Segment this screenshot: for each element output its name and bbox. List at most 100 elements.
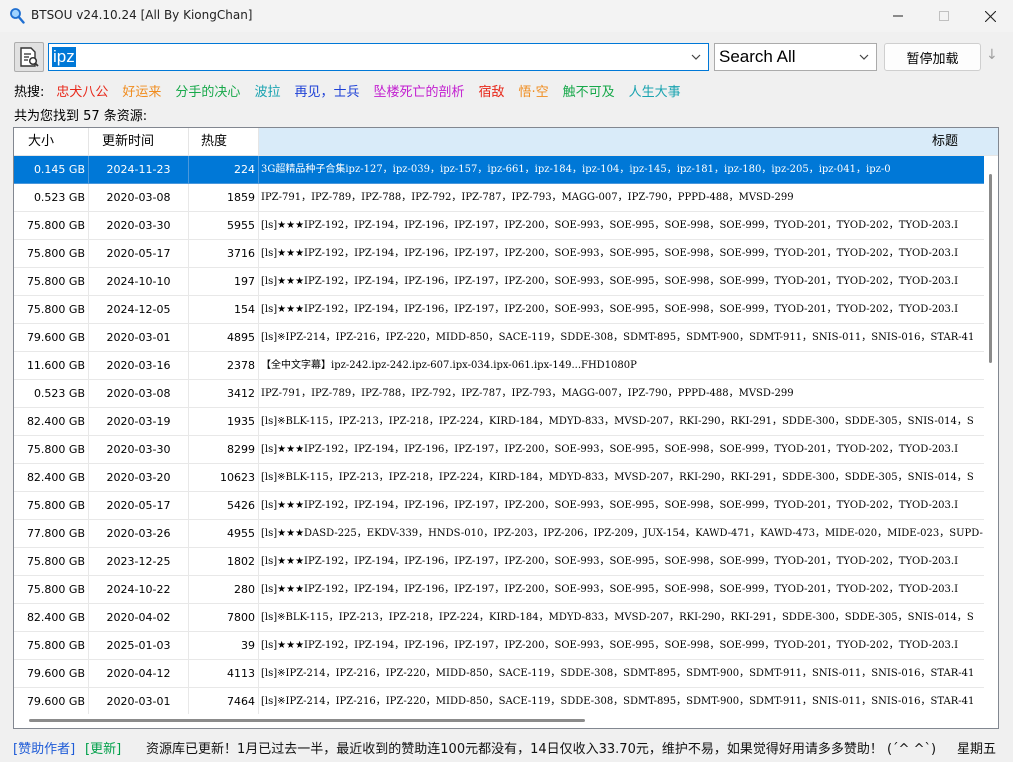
table-row[interactable]: 82.400 GB 2020-04-02 7800 [ls]※BLK-115，IPZ-… (14, 604, 984, 632)
update-link[interactable]: [更新] (85, 738, 121, 757)
cell-title: [ls]★★★IPZ-192，IPZ-194，IPZ-196，IPZ-197，I… (259, 576, 984, 604)
minimize-button[interactable] (875, 0, 921, 32)
cell-size: 82.400 GB (14, 604, 89, 632)
maximize-button[interactable] (921, 0, 967, 32)
cell-title: [ls]★★★IPZ-192，IPZ-194，IPZ-196，IPZ-197，I… (259, 548, 984, 576)
table-row[interactable]: 11.600 GB 2020-03-16 2378 【全中文字幕】ipz-242.ip… (14, 352, 984, 380)
cell-size: 77.800 GB (14, 520, 89, 548)
maximize-icon (939, 11, 949, 21)
table-row[interactable]: 0.523 GB 2020-03-08 1859 IPZ-791，IPZ-789，IP… (14, 184, 984, 212)
search-input[interactable]: ipz (48, 43, 709, 71)
column-header-date[interactable]: 更新时间 (89, 128, 189, 156)
paste-search-button[interactable] (14, 42, 44, 72)
cell-size: 0.523 GB (14, 380, 89, 408)
search-input-value[interactable]: ipz (52, 47, 76, 67)
cell-title: 3G超精品种子合集ipz-127，ipz-039，ipz-157，ipz-661… (259, 156, 984, 184)
pause-loading-button[interactable]: 暂停加载 (884, 43, 981, 71)
hot-search-item[interactable]: 波拉 (254, 81, 280, 100)
cell-size: 82.400 GB (14, 464, 89, 492)
vertical-scroll-thumb[interactable] (989, 174, 992, 363)
horizontal-scrollbar[interactable] (14, 714, 998, 728)
table-row[interactable]: 77.800 GB 2020-03-26 4955 [ls]★★★DASD-225，E… (14, 520, 984, 548)
table-row[interactable]: 79.600 GB 2020-04-12 4113 [ls]※IPZ-214，IPZ-… (14, 660, 984, 688)
close-icon (984, 10, 996, 22)
table-row[interactable]: 82.400 GB 2020-03-20 10623 [ls]※BLK-115，IPZ… (14, 464, 984, 492)
cell-heat: 7800 (189, 604, 259, 632)
table-row[interactable]: 75.800 GB 2023-12-25 1802 [ls]★★★IPZ-192，IP… (14, 548, 984, 576)
cell-heat: 1802 (189, 548, 259, 576)
cell-heat: 10623 (189, 464, 259, 492)
cell-date: 2020-05-17 (89, 492, 189, 520)
cell-heat: 39 (189, 632, 259, 660)
cell-heat: 3412 (189, 380, 259, 408)
download-arrow-icon[interactable]: ↓ (986, 47, 998, 67)
table-row[interactable]: 75.800 GB 2024-10-22 280 [ls]★★★IPZ-192，IPZ… (14, 576, 984, 604)
cell-title: [ls]★★★IPZ-192，IPZ-194，IPZ-196，IPZ-197，I… (259, 492, 984, 520)
cell-date: 2023-12-25 (89, 548, 189, 576)
cell-title: [ls]★★★IPZ-192，IPZ-194，IPZ-196，IPZ-197，I… (259, 436, 984, 464)
table-row[interactable]: 75.800 GB 2020-05-17 3716 [ls]★★★IPZ-192，IP… (14, 240, 984, 268)
weekday-label: 星期五 (957, 742, 997, 757)
cell-size: 75.800 GB (14, 548, 89, 576)
hot-search-item[interactable]: 宿敌 (478, 81, 504, 100)
table-row[interactable]: 75.800 GB 2025-01-03 39 [ls]★★★IPZ-192，IPZ-… (14, 632, 984, 660)
close-button[interactable] (967, 0, 1013, 32)
cell-date: 2020-03-30 (89, 436, 189, 464)
cell-heat: 5426 (189, 492, 259, 520)
cell-date: 2024-10-22 (89, 576, 189, 604)
cell-date: 2020-03-20 (89, 464, 189, 492)
cell-size: 82.400 GB (14, 408, 89, 436)
cell-title: IPZ-791，IPZ-789，IPZ-788，IPZ-792，IPZ-787，… (259, 184, 984, 212)
cell-date: 2020-04-12 (89, 660, 189, 688)
hot-search-item[interactable]: 好运来 (122, 81, 161, 100)
horizontal-scroll-thumb[interactable] (29, 719, 585, 722)
cell-size: 0.523 GB (14, 184, 89, 212)
minimize-icon (893, 15, 903, 17)
cell-date: 2020-03-08 (89, 380, 189, 408)
table-row[interactable]: 82.400 GB 2020-03-19 1935 [ls]※BLK-115，IPZ-… (14, 408, 984, 436)
search-history-dropdown[interactable] (689, 49, 703, 65)
cell-date: 2020-04-02 (89, 604, 189, 632)
cell-size: 75.800 GB (14, 492, 89, 520)
hot-search-item[interactable]: 忠犬八公 (56, 81, 108, 100)
hot-search-item[interactable]: 触不可及 (563, 81, 615, 100)
cell-title: [ls]★★★IPZ-192，IPZ-194，IPZ-196，IPZ-197，I… (259, 632, 984, 660)
hot-search-item[interactable]: 再见，士兵 (294, 81, 359, 100)
table-row[interactable]: 75.800 GB 2024-12-05 154 [ls]★★★IPZ-192，IPZ… (14, 296, 984, 324)
search-scope-value: Search All (719, 47, 796, 66)
cell-date: 2020-03-01 (89, 688, 189, 716)
search-scope-select[interactable]: Search All (714, 43, 877, 71)
column-header-heat[interactable]: 热度 (189, 128, 259, 156)
cell-heat: 2378 (189, 352, 259, 380)
table-row[interactable]: 75.800 GB 2024-10-10 197 [ls]★★★IPZ-192，IPZ… (14, 268, 984, 296)
table-body: 0.145 GB 2024-11-23 224 3G超精品种子合集ipz-127，ip… (14, 156, 984, 716)
table-row[interactable]: 79.600 GB 2020-03-01 4895 [ls]※IPZ-214，IPZ-… (14, 324, 984, 352)
vertical-scrollbar[interactable] (984, 156, 998, 728)
table-row[interactable]: 75.800 GB 2020-05-17 5426 [ls]★★★IPZ-192，IP… (14, 492, 984, 520)
cell-title: [ls]※BLK-115，IPZ-213，IPZ-218，IPZ-224，KIR… (259, 464, 984, 492)
hot-search-label: 热搜: (14, 84, 45, 100)
table-row[interactable]: 75.800 GB 2020-03-30 8299 [ls]★★★IPZ-192，IP… (14, 436, 984, 464)
cell-heat: 4955 (189, 520, 259, 548)
cell-date: 2024-10-10 (89, 268, 189, 296)
table-row[interactable]: 0.145 GB 2024-11-23 224 3G超精品种子合集ipz-127，ip… (14, 156, 984, 184)
cell-title: [ls]★★★IPZ-192，IPZ-194，IPZ-196，IPZ-197，I… (259, 296, 984, 324)
table-row[interactable]: 0.523 GB 2020-03-08 3412 IPZ-791，IPZ-789，IP… (14, 380, 984, 408)
cell-title: 【全中文字幕】ipz-242.ipz-242.ipz-607.ipx-034.i… (259, 352, 984, 380)
column-header-size[interactable]: 大小 (14, 128, 89, 156)
table-row[interactable]: 75.800 GB 2020-03-30 5955 [ls]★★★IPZ-192，IP… (14, 212, 984, 240)
cell-title: [ls]★★★IPZ-192，IPZ-194，IPZ-196，IPZ-197，I… (259, 212, 984, 240)
hot-search-item[interactable]: 坠楼死亡的剖析 (373, 81, 464, 100)
column-header-title[interactable]: 标题 (259, 128, 998, 156)
table-row[interactable]: 79.600 GB 2020-03-01 7464 [ls]※IPZ-214，IPZ-… (14, 688, 984, 716)
cell-heat: 5955 (189, 212, 259, 240)
hot-search-item[interactable]: 人生大事 (629, 81, 681, 100)
hot-search-item[interactable]: 分手的决心 (175, 81, 240, 100)
sponsor-link[interactable]: [赞助作者] (13, 738, 75, 757)
cell-size: 79.600 GB (14, 660, 89, 688)
app-magnifier-icon (10, 8, 25, 24)
hot-search-item[interactable]: 悟·空 (519, 81, 549, 100)
result-count: 共为您找到 57 条资源: (14, 109, 148, 124)
cell-size: 75.800 GB (14, 436, 89, 464)
scope-dropdown-arrow[interactable] (857, 49, 871, 65)
